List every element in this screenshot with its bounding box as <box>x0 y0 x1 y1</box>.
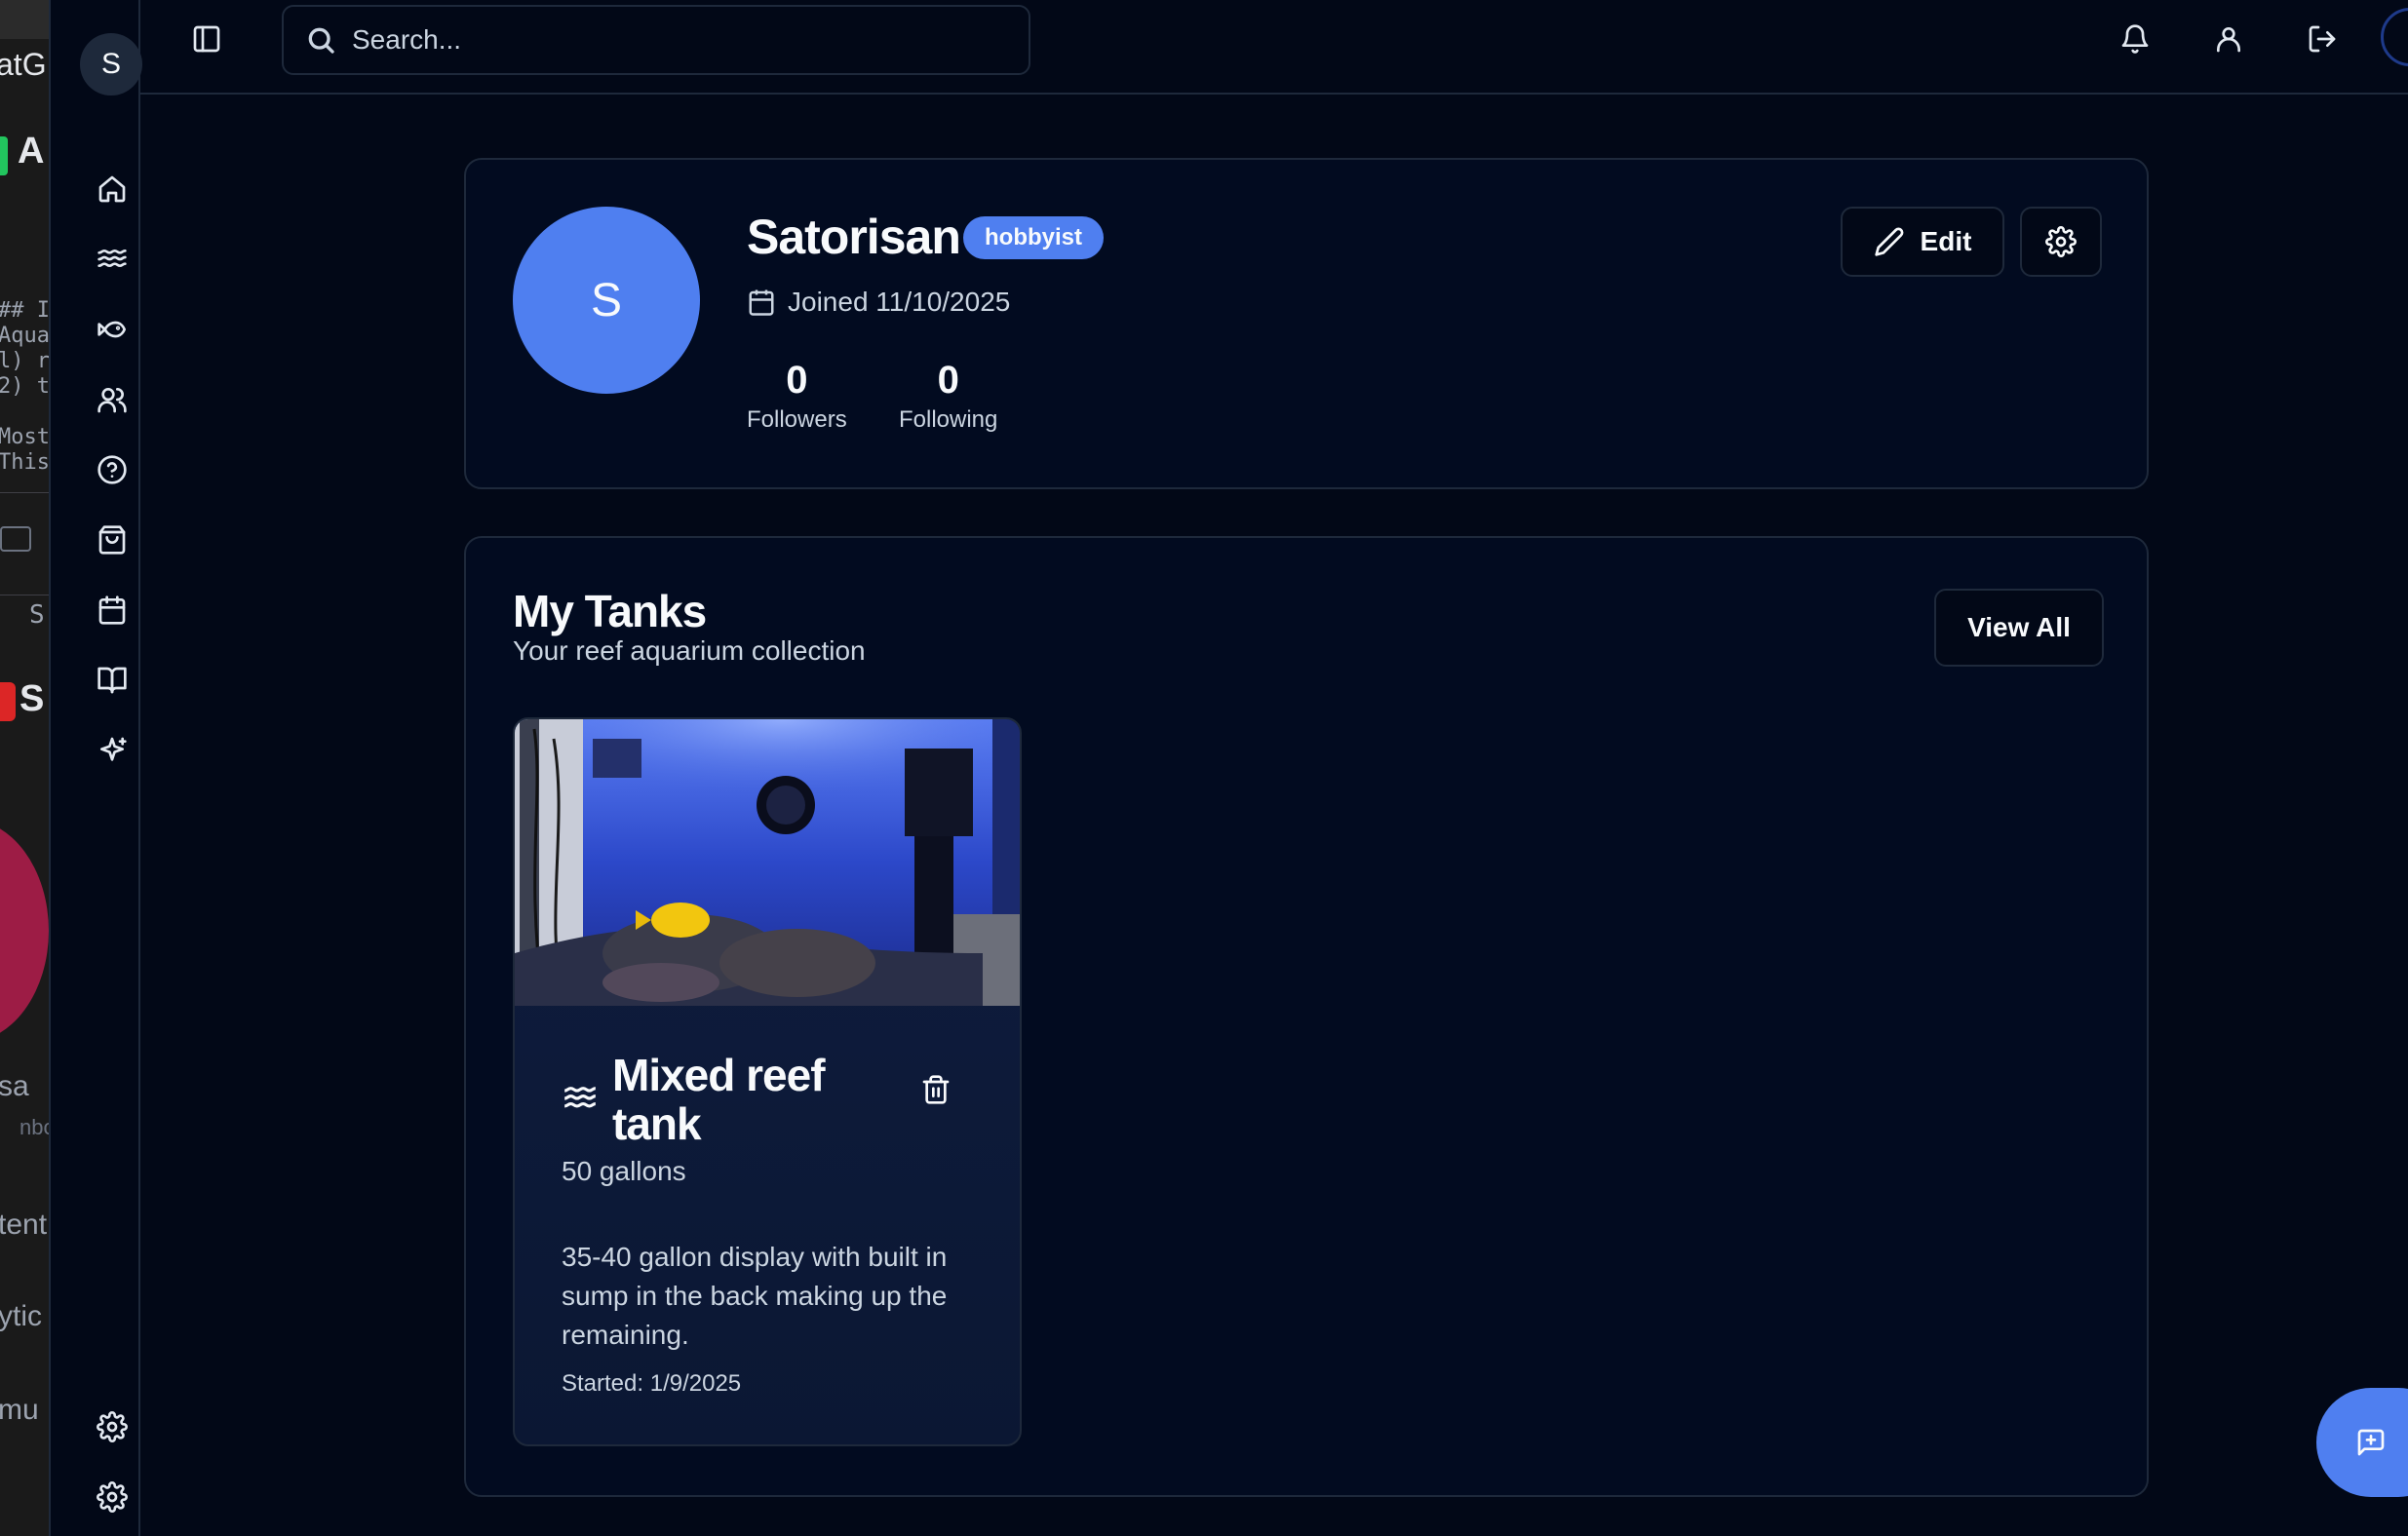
background-text: tent <box>0 1209 48 1241</box>
background-text: ## I <box>0 298 49 323</box>
background-text: S <box>19 678 45 719</box>
profile-avatar-initial: S <box>590 274 622 326</box>
tanks-subtitle: Your reef aquarium collection <box>513 635 866 666</box>
profile-card: S Satorisan hobbyist Joined 11/10/2025 0… <box>464 158 2149 489</box>
settings-icon[interactable] <box>96 1410 129 1443</box>
search-bar[interactable] <box>282 5 1030 75</box>
background-text: Most <box>0 425 49 449</box>
tank-title-row: Mixed reef tank <box>562 1051 885 1148</box>
tanks-card: My Tanks Your reef aquarium collection V… <box>464 536 2149 1497</box>
calendar-icon <box>749 289 774 316</box>
background-text: l) r <box>0 349 49 373</box>
background-window-header <box>0 0 49 39</box>
tank-name: Mixed reef tank <box>612 1050 826 1149</box>
app-page: atG A ## I Aqua l) r 2) t Most This S S … <box>0 0 2408 1536</box>
tank-gallons: 50 gallons <box>562 1156 686 1186</box>
profile-settings-button[interactable] <box>2020 207 2102 277</box>
tank-photo <box>515 719 1020 1006</box>
profile-avatar: S <box>513 207 700 394</box>
top-bar <box>140 0 2408 95</box>
tank-card[interactable]: Mixed reef tank 50 gallons 35-40 gallon … <box>513 717 1022 1446</box>
fish-icon[interactable] <box>96 313 129 346</box>
tank-started-date: Started: 1/9/2025 <box>562 1370 742 1397</box>
settings-icon <box>2045 226 2077 257</box>
background-text: nbo <box>19 1115 49 1139</box>
profile-username: Satorisan <box>747 210 961 264</box>
followers-count: 0 <box>786 359 808 402</box>
background-red-mark <box>0 682 16 721</box>
logout-icon[interactable] <box>2307 23 2342 58</box>
search-icon <box>308 27 334 54</box>
rail-avatar[interactable]: S <box>80 33 142 96</box>
edge-indicator <box>2381 8 2408 66</box>
background-green-mark <box>0 136 8 175</box>
following-label: Following <box>899 406 998 433</box>
background-text: ytic <box>0 1300 42 1332</box>
background-text: atG <box>0 47 47 82</box>
role-badge: hobbyist <box>963 216 1104 259</box>
book-open-icon[interactable] <box>96 664 129 697</box>
tanks-title: My Tanks <box>513 586 707 636</box>
background-text: 2) t <box>0 374 49 399</box>
sparkles-icon[interactable] <box>96 734 129 767</box>
trash-icon[interactable] <box>920 1074 952 1110</box>
background-text: S <box>29 600 45 630</box>
edit-profile-button[interactable]: Edit <box>1841 207 2004 277</box>
chat-fab-button[interactable] <box>2316 1388 2408 1497</box>
background-text: mu <box>0 1394 39 1426</box>
edit-label: Edit <box>1920 226 1972 256</box>
rail-avatar-initial: S <box>100 48 121 80</box>
background-text: sa <box>0 1070 29 1102</box>
tank-description: 35-40 gallon display with built in sump … <box>562 1242 948 1350</box>
joined-text: Joined 11/10/2025 <box>788 287 1011 317</box>
search-input[interactable] <box>350 23 984 57</box>
message-plus-icon <box>2357 1429 2385 1456</box>
user-icon[interactable] <box>2213 23 2248 58</box>
background-sidebar-icon <box>0 526 31 552</box>
bell-icon[interactable] <box>2119 23 2155 58</box>
following-count: 0 <box>937 359 959 402</box>
following-stat[interactable]: 0 Following <box>899 359 997 434</box>
settings-icon[interactable] <box>96 1480 129 1514</box>
background-divider <box>0 492 49 493</box>
sidebar-toggle-icon[interactable] <box>191 23 226 58</box>
waves-icon[interactable] <box>96 243 129 276</box>
followers-stat[interactable]: 0 Followers <box>747 359 847 434</box>
joined-date: Joined 11/10/2025 <box>747 287 1010 318</box>
background-avatar <box>0 819 49 1043</box>
background-window-strip: atG A ## I Aqua l) r 2) t Most This S S … <box>0 0 49 1536</box>
pencil-icon <box>1874 227 1903 256</box>
calendar-icon[interactable] <box>96 594 129 627</box>
background-text: A <box>18 131 45 172</box>
users-icon[interactable] <box>96 383 129 416</box>
shopping-bag-icon[interactable] <box>96 523 129 557</box>
help-circle-icon[interactable] <box>96 453 129 486</box>
view-all-button[interactable]: View All <box>1934 589 2104 667</box>
background-text: This <box>0 450 49 475</box>
left-rail: S <box>49 0 142 1536</box>
followers-label: Followers <box>747 406 847 433</box>
waves-icon <box>562 1051 599 1122</box>
home-icon[interactable] <box>96 173 129 206</box>
background-text: Aqua <box>0 324 49 348</box>
